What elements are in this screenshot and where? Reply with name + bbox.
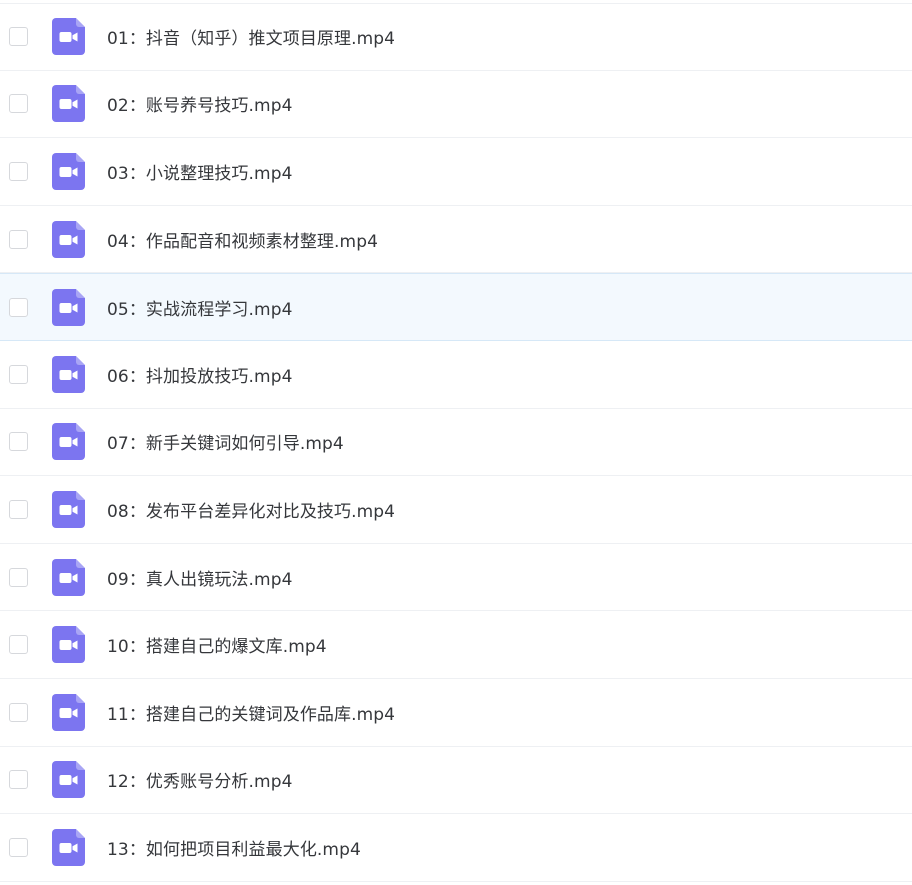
file-name[interactable]: 08：发布平台差异化对比及技巧.mp4 xyxy=(107,497,395,522)
video-file-icon xyxy=(52,152,85,190)
file-row-05[interactable]: 05：实战流程学习.mp4 xyxy=(0,273,912,341)
file-name[interactable]: 10：搭建自己的爆文库.mp4 xyxy=(107,632,327,657)
file-name[interactable]: 06：抖加投放技巧.mp4 xyxy=(107,362,293,387)
row-checkbox[interactable] xyxy=(9,567,28,587)
row-checkbox[interactable] xyxy=(9,499,28,519)
video-file-icon xyxy=(52,761,85,799)
file-name[interactable]: 09：真人出镜玩法.mp4 xyxy=(107,565,293,590)
file-name[interactable]: 03：小说整理技巧.mp4 xyxy=(107,159,293,184)
file-list: 01：抖音（知乎）推文项目原理.mp4 02：账号养号技巧.mp4 03：小说整… xyxy=(0,3,912,882)
file-row-13[interactable]: 13：如何把项目利益最大化.mp4 xyxy=(0,814,912,882)
row-checkbox[interactable] xyxy=(9,837,28,857)
file-row-09[interactable]: 09：真人出镜玩法.mp4 xyxy=(0,544,912,612)
video-file-icon xyxy=(52,355,85,393)
file-row-10[interactable]: 10：搭建自己的爆文库.mp4 xyxy=(0,611,912,679)
video-file-icon xyxy=(52,828,85,866)
row-checkbox[interactable] xyxy=(9,161,28,181)
file-name[interactable]: 04：作品配音和视频素材整理.mp4 xyxy=(107,227,378,252)
file-row-04[interactable]: 04：作品配音和视频素材整理.mp4 xyxy=(0,206,912,274)
video-file-icon xyxy=(52,423,85,461)
row-checkbox[interactable] xyxy=(9,770,28,790)
file-row-01[interactable]: 01：抖音（知乎）推文项目原理.mp4 xyxy=(0,3,912,71)
file-name[interactable]: 05：实战流程学习.mp4 xyxy=(107,295,293,320)
row-checkbox[interactable] xyxy=(9,635,28,655)
row-checkbox[interactable] xyxy=(9,229,28,249)
file-name[interactable]: 12：优秀账号分析.mp4 xyxy=(107,767,293,792)
file-row-12[interactable]: 12：优秀账号分析.mp4 xyxy=(0,747,912,815)
file-row-03[interactable]: 03：小说整理技巧.mp4 xyxy=(0,138,912,206)
file-name[interactable]: 11：搭建自己的关键词及作品库.mp4 xyxy=(107,700,395,725)
video-file-icon xyxy=(52,85,85,123)
row-checkbox[interactable] xyxy=(9,94,28,114)
video-file-icon xyxy=(52,626,85,664)
video-file-icon xyxy=(52,490,85,528)
video-file-icon xyxy=(52,288,85,326)
file-row-11[interactable]: 11：搭建自己的关键词及作品库.mp4 xyxy=(0,679,912,747)
file-row-08[interactable]: 08：发布平台差异化对比及技巧.mp4 xyxy=(0,476,912,544)
video-file-icon xyxy=(52,220,85,258)
row-checkbox[interactable] xyxy=(9,702,28,722)
file-name[interactable]: 01：抖音（知乎）推文项目原理.mp4 xyxy=(107,24,395,49)
video-file-icon xyxy=(52,558,85,596)
file-row-07[interactable]: 07：新手关键词如何引导.mp4 xyxy=(0,409,912,477)
file-row-02[interactable]: 02：账号养号技巧.mp4 xyxy=(0,71,912,139)
row-checkbox[interactable] xyxy=(9,27,28,47)
video-file-icon xyxy=(52,18,85,56)
file-row-06[interactable]: 06：抖加投放技巧.mp4 xyxy=(0,341,912,409)
row-checkbox[interactable] xyxy=(9,432,28,452)
file-name[interactable]: 02：账号养号技巧.mp4 xyxy=(107,91,293,116)
file-name[interactable]: 13：如何把项目利益最大化.mp4 xyxy=(107,835,361,860)
file-name[interactable]: 07：新手关键词如何引导.mp4 xyxy=(107,429,344,454)
row-checkbox[interactable] xyxy=(9,297,28,317)
row-checkbox[interactable] xyxy=(9,364,28,384)
video-file-icon xyxy=(52,693,85,731)
